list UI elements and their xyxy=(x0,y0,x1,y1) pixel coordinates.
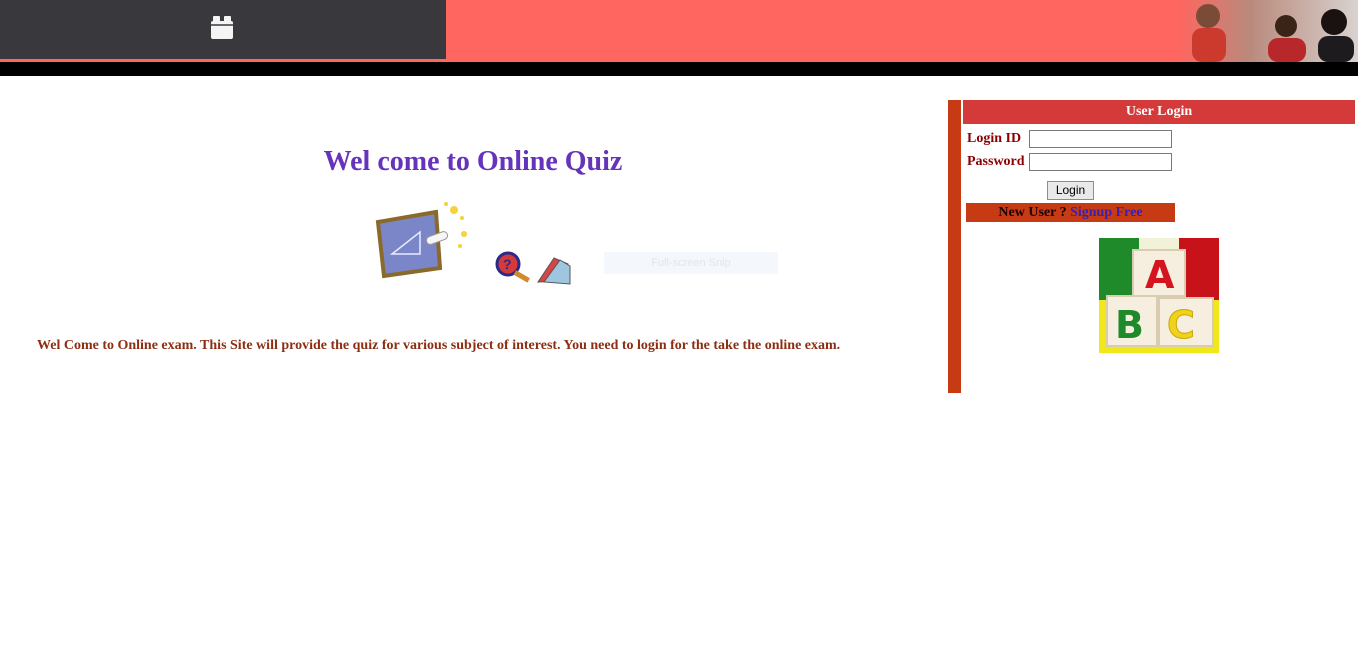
login-header: User Login xyxy=(963,100,1355,124)
abc-blocks-image: A B C xyxy=(1099,238,1219,353)
snip-hint: Full-screen Snip xyxy=(604,252,778,274)
header-divider xyxy=(0,62,1358,76)
side-divider xyxy=(948,100,961,393)
svg-text:C: C xyxy=(1167,303,1195,347)
page-title: Wel come to Online Quiz xyxy=(323,146,623,177)
signup-bar: New User ? Signup Free xyxy=(966,203,1175,222)
box-icon[interactable] xyxy=(209,15,235,41)
password-label: Password xyxy=(967,154,1025,169)
svg-text:B: B xyxy=(1115,303,1144,347)
header-toolbar xyxy=(0,0,446,59)
password-input[interactable] xyxy=(1029,153,1172,171)
header-banner xyxy=(0,0,1358,62)
new-user-text: New User ? xyxy=(998,205,1067,220)
people-photo xyxy=(1178,0,1358,62)
svg-text:?: ? xyxy=(503,256,512,272)
login-id-label: Login ID xyxy=(967,131,1022,146)
login-id-input[interactable] xyxy=(1029,130,1172,148)
svg-text:A: A xyxy=(1145,253,1175,297)
signup-link[interactable]: Signup Free xyxy=(1070,205,1142,220)
quiz-illustration: ? xyxy=(374,198,579,294)
intro-text: Wel Come to Online exam. This Site will … xyxy=(37,338,841,353)
login-button[interactable]: Login xyxy=(1047,181,1094,200)
